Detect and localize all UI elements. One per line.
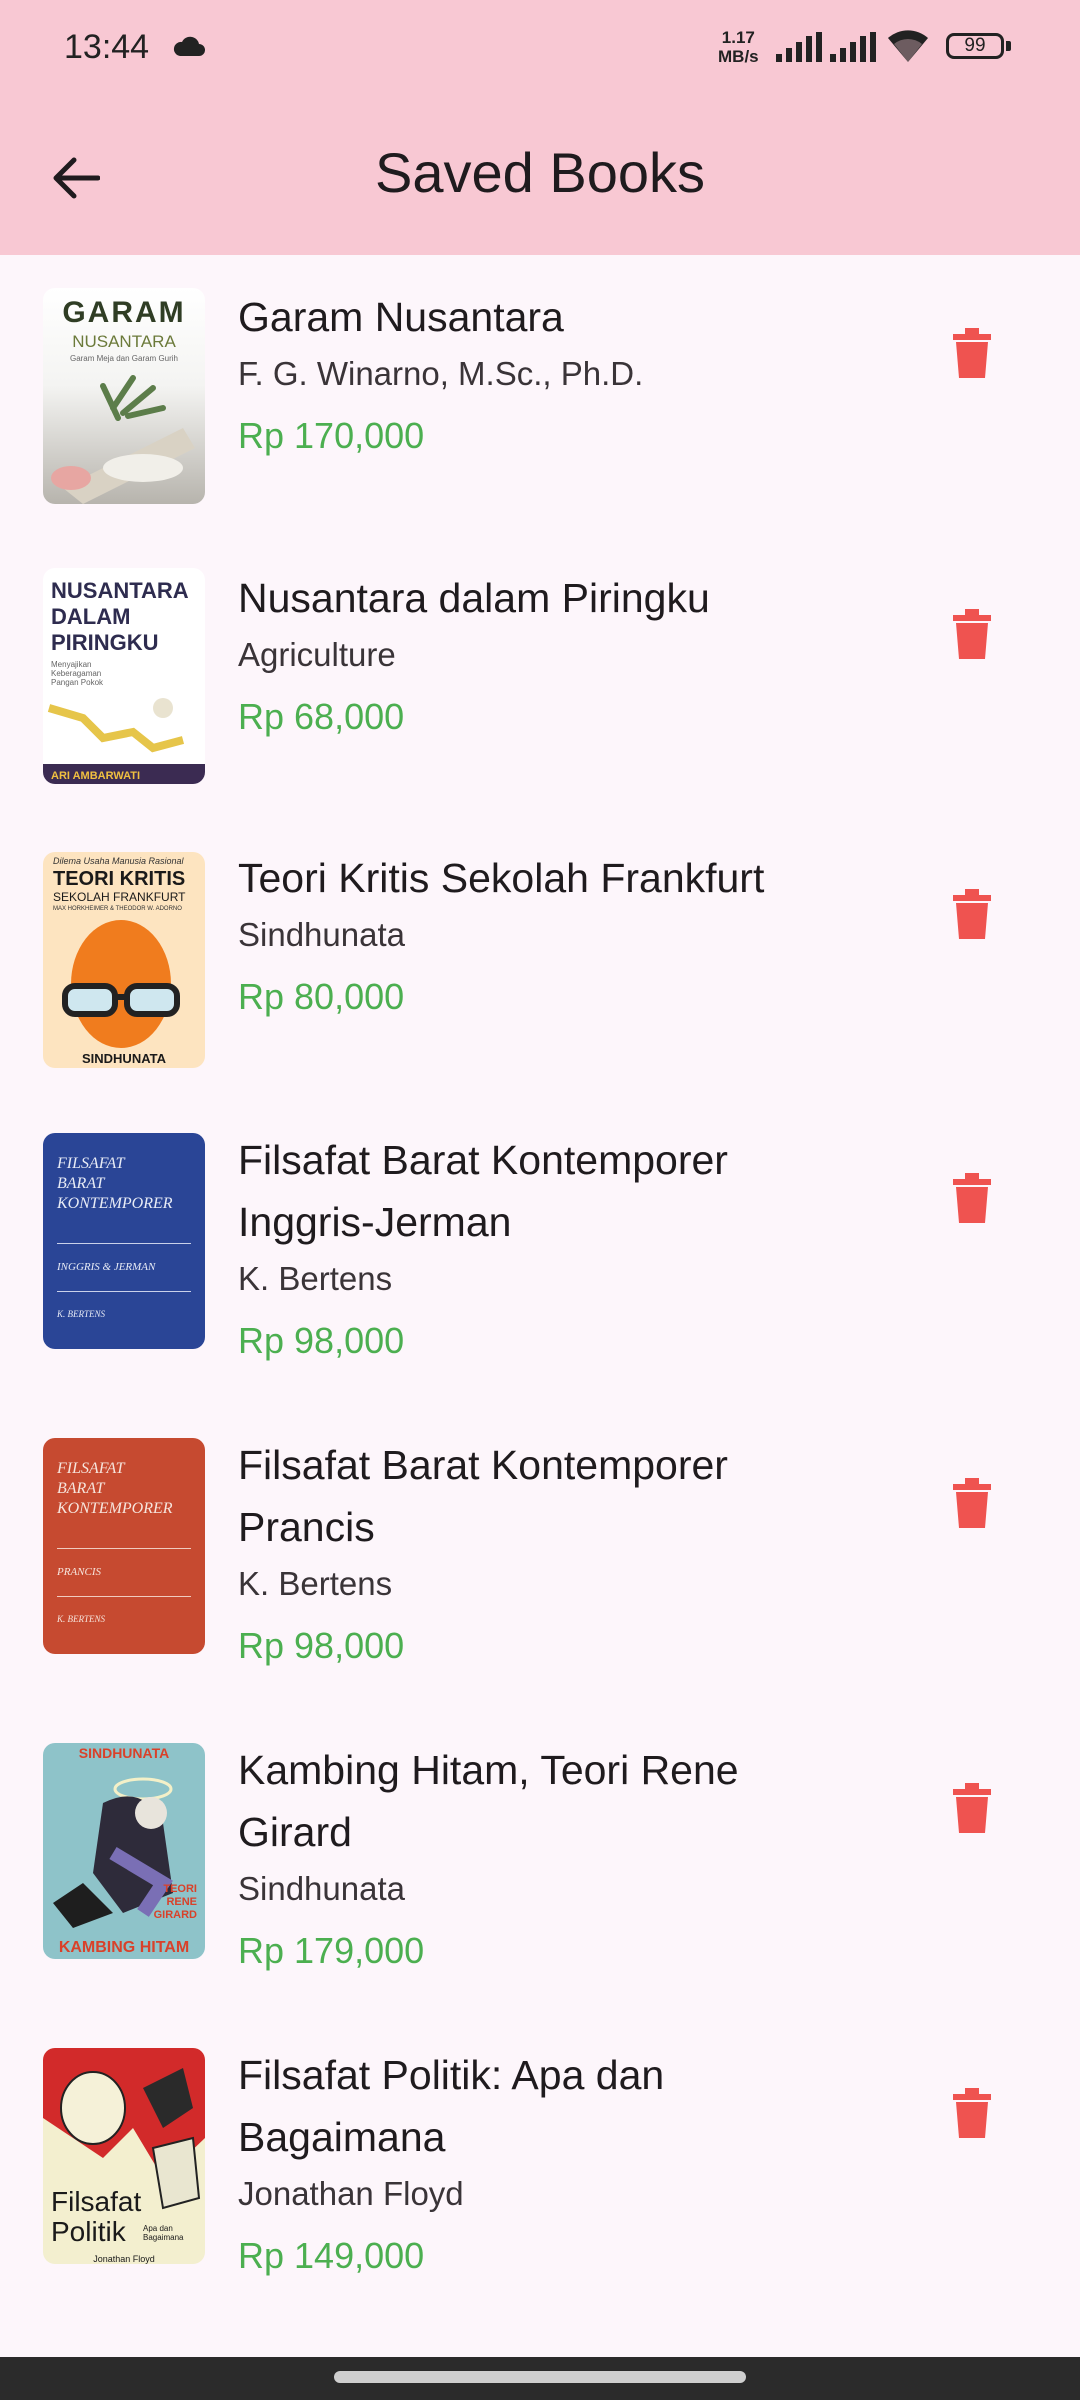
cover-title-2: BARAT (57, 1175, 105, 1192)
book-price: Rp 80,000 (238, 976, 405, 1017)
delete-button[interactable] (940, 878, 1004, 950)
book-title: Filsafat Politik: Apa dan Bagaimana (238, 2052, 665, 2160)
book-price: Rp 170,000 (238, 415, 425, 456)
cover-author: K. BERTENS (57, 1309, 106, 1319)
cover-bottom-title: KAMBING HITAM (58, 1939, 190, 1956)
trash-icon (953, 1783, 991, 1833)
cover-title-2: Politik (51, 2216, 126, 2247)
book-author: K. Bertens (238, 1565, 393, 1602)
cover-top-author: SINDHUNATA (78, 1745, 170, 1761)
home-gesture-handle[interactable] (334, 2371, 746, 2383)
cover-divider-2 (57, 1291, 191, 1292)
cover-divider (57, 1243, 191, 1244)
book-price: Rp 149,000 (238, 2235, 425, 2276)
book-title: Filsafat Barat Kontemporer Inggris-Jerma… (238, 1137, 728, 1245)
battery-level: 99 (964, 35, 986, 56)
cover-author: K. BERTENS (57, 1614, 106, 1624)
delete-button[interactable] (940, 1772, 1004, 1844)
book-title: Nusantara dalam Piringku (238, 575, 710, 621)
delete-button[interactable] (940, 317, 1004, 389)
status-time: 13:44 (64, 28, 150, 66)
book-title: Filsafat Barat Kontemporer Prancis (238, 1442, 728, 1550)
network-speed: 1.17 MB/s (718, 28, 759, 66)
book-author: Jonathan Floyd (238, 2175, 464, 2212)
delete-button[interactable] (940, 598, 1004, 670)
cover-title: TEORI (163, 1883, 197, 1895)
cover-title-3: PIRINGKU (51, 630, 159, 655)
cover-title-3: KONTEMPORER (57, 1195, 173, 1212)
cover-title: NUSANTARA (51, 578, 189, 603)
cover-subtitle: NUSANTARA (72, 332, 176, 351)
book-author: Agriculture (238, 636, 396, 673)
book-author: Sindhunata (238, 1870, 405, 1907)
cover-divider-2 (57, 1596, 191, 1597)
book-author: Sindhunata (238, 916, 405, 953)
filsafat-politik-cover: Filsafat Politik Apa dan Bagaimana Jonat… (43, 2048, 205, 2264)
book-price: Rp 98,000 (238, 1320, 405, 1361)
cover-title: FILSAFAT (57, 1460, 125, 1477)
system-navigation-bar (0, 2357, 1080, 2400)
nusantara-dalam-piringku-cover: NUSANTARA DALAM PIRINGKU Menyajikan Kebe… (43, 568, 205, 784)
cover-divider (57, 1548, 191, 1549)
cover-title-3: GIRARD (153, 1909, 197, 1921)
cover-tagline: Dilema Usaha Manusia Rasional (53, 856, 184, 866)
battery-icon: 99 (946, 33, 1004, 59)
teori-kritis-cover: Dilema Usaha Manusia Rasional TEORI KRIT… (43, 852, 205, 1068)
book-author: K. Bertens (238, 1260, 393, 1297)
trash-icon (953, 2088, 991, 2138)
cover-title-2: RENE (166, 1896, 197, 1908)
book-price: Rp 68,000 (238, 696, 405, 737)
delete-button[interactable] (940, 1467, 1004, 1539)
cover-subtitle: PRANCIS (57, 1566, 101, 1578)
cover-subtitle: INGGRIS & JERMAN (57, 1261, 156, 1273)
cover-title: FILSAFAT (57, 1155, 125, 1172)
book-title: Teori Kritis Sekolah Frankfurt (238, 855, 765, 901)
page-title: Saved Books (375, 141, 705, 204)
kambing-hitam-cover: SINDHUNATA TEORI RENE GIRARD KAMBING HIT… (43, 1743, 205, 1959)
signal-icon-2 (830, 32, 876, 67)
cover-author: SINDHUNATA (81, 1051, 166, 1066)
trash-icon (953, 889, 991, 939)
book-title: Garam Nusantara (238, 294, 564, 340)
cover-title: Filsafat (51, 2186, 142, 2217)
trash-icon (953, 609, 991, 659)
cover-subtitle: SEKOLAH FRANKFURT (53, 890, 186, 904)
trash-icon (953, 1478, 991, 1528)
cover-title-2: BARAT (57, 1480, 105, 1497)
cover-title: GARAM (62, 296, 186, 329)
cover-subtitle: Apa dan Bagaimana (143, 2224, 184, 2242)
signal-icon (776, 32, 822, 67)
book-title: Kambing Hitam, Teori Rene Girard (238, 1747, 739, 1855)
cover-names: MAX HORKHEIMER & THEODOR W. ADORNO (53, 906, 182, 912)
status-bar: 13:44 1.17 MB/s 99 (0, 0, 1080, 96)
book-price: Rp 179,000 (238, 1930, 425, 1971)
filsafat-prancis-cover: FILSAFAT BARAT KONTEMPORER PRANCIS K. BE… (43, 1438, 205, 1654)
cover-title-3: KONTEMPORER (57, 1500, 173, 1517)
cloud-icon (172, 36, 206, 63)
wifi-icon (884, 28, 932, 69)
garam-nusantara-cover: GARAM NUSANTARA Garam Meja dan Garam Gur… (43, 288, 205, 504)
cover-tagline: Menyajikan Keberagaman Pangan Pokok (51, 660, 104, 687)
trash-icon (953, 328, 991, 378)
filsafat-inggris-jerman-cover: FILSAFAT BARAT KONTEMPORER INGGRIS & JER… (43, 1133, 205, 1349)
book-price: Rp 98,000 (238, 1625, 405, 1666)
delete-button[interactable] (940, 2077, 1004, 2149)
cover-author: ARI AMBARWATI (51, 770, 141, 782)
cover-author: Jonathan Floyd (93, 2254, 155, 2264)
cover-title: TEORI KRITIS (53, 868, 186, 890)
book-author: F. G. Winarno, M.Sc., Ph.D. (238, 355, 644, 392)
network-speed-value: 1.17 (721, 28, 755, 47)
battery-tip (1006, 41, 1011, 51)
cover-title-2: DALAM (51, 604, 131, 629)
cover-tagline: Garam Meja dan Garam Gurih (69, 354, 179, 363)
network-speed-unit: MB/s (718, 47, 759, 66)
trash-icon (953, 1173, 991, 1223)
app-bar: 13:44 1.17 MB/s 99 Saved Books (0, 0, 1080, 255)
delete-button[interactable] (940, 1162, 1004, 1234)
